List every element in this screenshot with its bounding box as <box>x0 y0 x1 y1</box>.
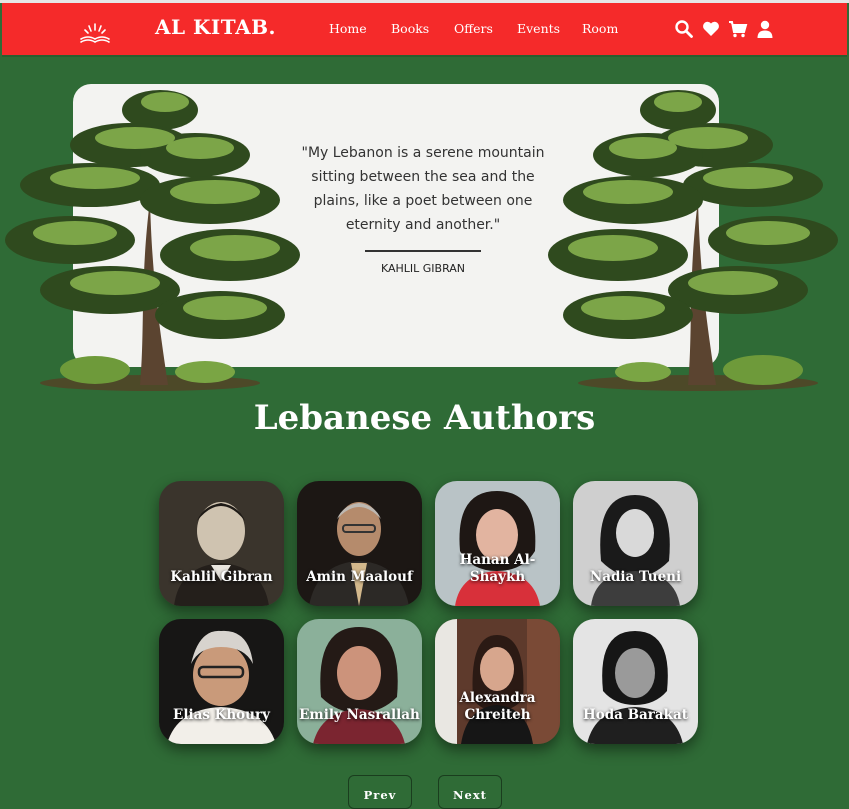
next-button[interactable]: Next <box>438 775 502 809</box>
author-name: Kahlil Gibran <box>170 569 273 585</box>
hero-quote-text: "My Lebanon is a serene mountain sitting… <box>301 145 545 233</box>
quote-divider <box>365 250 481 252</box>
author-name: Hanan Al-Shaykh <box>459 552 536 585</box>
author-card-amin-maalouf[interactable]: Amin Maalouf <box>297 481 422 606</box>
author-portrait-image <box>435 619 560 744</box>
author-name: Alexandra Chreiteh <box>459 690 536 723</box>
author-card-emily-nasrallah[interactable]: Emily Nasrallah <box>297 619 422 744</box>
heart-icon[interactable] <box>701 19 721 39</box>
top-navbar: AL KITAB. Home Books Offers Events Room <box>2 3 847 55</box>
open-book-logo-icon[interactable] <box>78 21 112 45</box>
author-card-hoda-barakat[interactable]: Hoda Barakat <box>573 619 698 744</box>
quote-author: KAHLIL GIBRAN <box>380 262 466 275</box>
author-name: Nadia Tueni <box>589 569 682 585</box>
nav-link-books[interactable]: Books <box>391 21 429 36</box>
author-name: Amin Maalouf <box>306 569 413 585</box>
author-name: Hoda Barakat <box>582 707 688 723</box>
author-card-nadia-tueni[interactable]: Nadia Tueni <box>573 481 698 606</box>
author-portrait-image <box>435 481 560 606</box>
section-title: Lebanese Authors <box>253 398 596 438</box>
author-card-kahlil-gibran[interactable]: Kahlil Gibran <box>159 481 284 606</box>
prev-button[interactable]: Prev <box>348 775 412 809</box>
user-icon[interactable] <box>755 19 775 39</box>
author-name: Emily Nasrallah <box>299 707 420 723</box>
nav-link-events[interactable]: Events <box>517 21 560 36</box>
author-card-elias-khoury[interactable]: Elias Khoury <box>159 619 284 744</box>
cedar-tree-left-image <box>5 90 300 391</box>
brand-logo-text[interactable]: AL KITAB. <box>155 15 276 39</box>
author-card-alexandra-chreiteh[interactable]: Alexandra Chreiteh <box>435 619 560 744</box>
nav-link-home[interactable]: Home <box>329 21 367 36</box>
author-card-hanan-al-shaykh[interactable]: Hanan Al-Shaykh <box>435 481 560 606</box>
author-portrait-image <box>573 481 698 606</box>
nav-link-offers[interactable]: Offers <box>454 21 493 36</box>
author-portrait-image <box>297 619 422 744</box>
author-portrait-image <box>297 481 422 606</box>
cedar-tree-right-image <box>548 90 838 391</box>
nav-icons <box>674 19 774 41</box>
search-icon[interactable] <box>674 19 694 39</box>
author-portrait-image <box>159 619 284 744</box>
cart-icon[interactable] <box>728 19 748 39</box>
author-portrait-image <box>159 481 284 606</box>
authors-grid: Kahlil Gibran Amin Maalouf Hanan Al-Shay… <box>159 481 699 746</box>
author-name: Elias Khoury <box>173 707 270 723</box>
author-portrait-image <box>573 619 698 744</box>
nav-link-room[interactable]: Room <box>582 21 618 36</box>
